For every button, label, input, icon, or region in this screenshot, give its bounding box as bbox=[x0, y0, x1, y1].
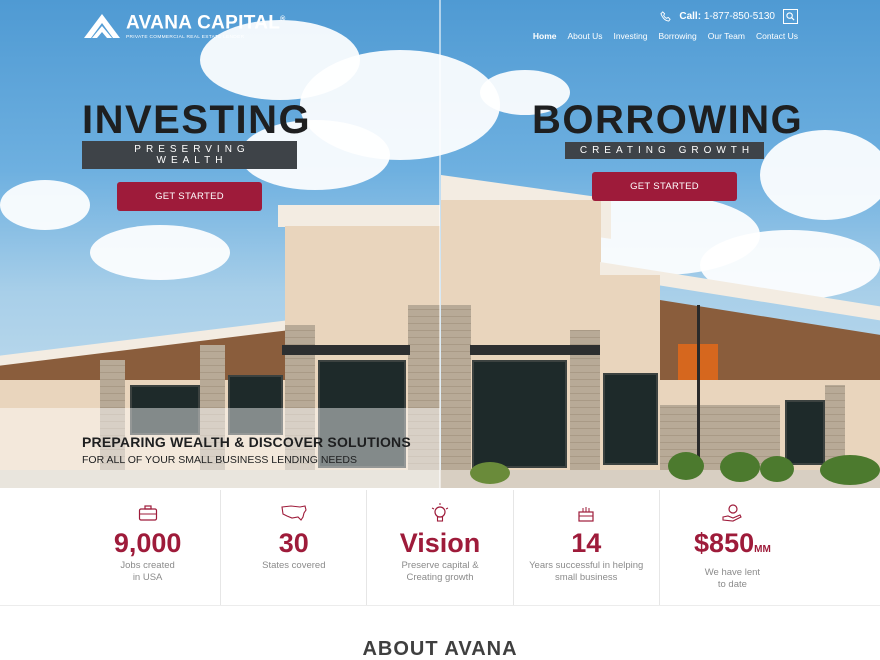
phone-number: 1-877-850-5130 bbox=[703, 11, 775, 22]
awning bbox=[282, 345, 410, 355]
cake-icon bbox=[514, 502, 659, 524]
stat-number: 30 bbox=[278, 528, 309, 558]
investing-title: INVESTING bbox=[82, 98, 312, 142]
stat-states: 30 States covered bbox=[220, 490, 366, 605]
stat-description: We have lent to date bbox=[704, 567, 761, 590]
stat-years: 14 Years successful in helping small bus… bbox=[512, 490, 659, 605]
nav-investing[interactable]: Investing bbox=[613, 31, 647, 41]
stat-description: Jobs created in USA bbox=[120, 560, 175, 583]
stat-vision: Vision Preserve capital & Creating growt… bbox=[366, 490, 512, 605]
stat-number: 9,000 bbox=[113, 528, 182, 558]
storefront-window bbox=[603, 373, 658, 465]
cloud bbox=[0, 180, 90, 230]
borrowing-get-started-button[interactable]: GET STARTED bbox=[592, 172, 737, 201]
main-nav: Home About Us Investing Borrowing Our Te… bbox=[533, 31, 798, 41]
stat-number: Vision bbox=[399, 528, 481, 558]
bush bbox=[760, 456, 794, 482]
hero-overlay-title: PREPARING WEALTH & DISCOVER SOLUTIONS bbox=[82, 434, 411, 450]
contact-bar: Call: 1-877-850-5130 bbox=[660, 9, 798, 24]
call-label: Call: bbox=[679, 11, 702, 22]
lightbulb-icon bbox=[367, 502, 512, 524]
briefcase-icon bbox=[75, 502, 220, 524]
tower-cornice bbox=[278, 205, 440, 227]
logo-mark-icon bbox=[84, 14, 120, 38]
nav-contact-us[interactable]: Contact Us bbox=[756, 31, 798, 41]
stat-lent: $850MM We have lent to date bbox=[658, 490, 805, 605]
logo[interactable]: AVANA CAPITAL® PRIVATE COMMERCIAL REAL E… bbox=[82, 10, 286, 40]
registered-mark: ® bbox=[280, 16, 286, 24]
nav-borrowing[interactable]: Borrowing bbox=[659, 31, 697, 41]
storefront-window bbox=[785, 400, 825, 465]
stat-value: $850MM bbox=[660, 526, 805, 567]
investing-subtitle: PRESERVING WEALTH bbox=[82, 141, 297, 169]
brand-name-text: AVANA CAPITAL bbox=[126, 12, 281, 34]
stats-strip: 9,000 Jobs created in USA 30 States cove… bbox=[75, 490, 805, 605]
hero-investing: INVESTING PRESERVING WEALTH GET STARTED bbox=[82, 98, 312, 211]
phone-icon bbox=[660, 11, 672, 22]
logo-text: AVANA CAPITAL® PRIVATE COMMERCIAL REAL E… bbox=[126, 10, 286, 40]
money-hand-icon bbox=[660, 502, 805, 524]
lamp-post bbox=[697, 305, 700, 470]
stat-description: Years successful in helping small busine… bbox=[529, 560, 644, 583]
bush bbox=[820, 455, 880, 485]
bush bbox=[470, 462, 510, 484]
stat-value: 9,000 bbox=[75, 526, 220, 560]
search-icon bbox=[786, 12, 795, 21]
stat-value: Vision bbox=[367, 526, 512, 560]
contact-phone[interactable]: Call: 1-877-850-5130 bbox=[679, 11, 775, 22]
stat-unit: MM bbox=[754, 544, 771, 555]
borrowing-title: BORROWING bbox=[532, 98, 804, 142]
hero-borrowing: BORROWING CREATING GROWTH GET STARTED bbox=[532, 98, 804, 201]
stone-pillar bbox=[441, 305, 471, 470]
nav-home[interactable]: Home bbox=[533, 31, 557, 41]
nav-about-us[interactable]: About Us bbox=[568, 31, 603, 41]
hero-banner bbox=[0, 0, 880, 488]
hero-overlay-subtitle: FOR ALL OF YOUR SMALL BUSINESS LENDING N… bbox=[82, 454, 358, 466]
stat-description: Preserve capital & Creating growth bbox=[401, 560, 479, 583]
page: AVANA CAPITAL® PRIVATE COMMERCIAL REAL E… bbox=[0, 0, 880, 660]
nav-our-team[interactable]: Our Team bbox=[708, 31, 745, 41]
cloud bbox=[90, 225, 230, 280]
awning bbox=[470, 345, 600, 355]
borrowing-subtitle: CREATING GROWTH bbox=[564, 142, 765, 159]
brand-tagline: PRIVATE COMMERCIAL REAL ESTATE LENDER bbox=[126, 34, 245, 40]
bush bbox=[668, 452, 704, 480]
stat-jobs: 9,000 Jobs created in USA bbox=[75, 490, 220, 605]
search-button[interactable] bbox=[783, 9, 798, 24]
brand-name: AVANA CAPITAL® bbox=[126, 10, 286, 33]
stat-description: States covered bbox=[262, 560, 326, 571]
bush bbox=[720, 452, 760, 482]
about-heading: ABOUT AVANA bbox=[362, 638, 518, 660]
stat-number: $850 bbox=[694, 528, 755, 558]
investing-get-started-button[interactable]: GET STARTED bbox=[117, 182, 262, 211]
section-divider bbox=[0, 605, 880, 606]
storefront-window bbox=[472, 360, 567, 468]
stat-value: 14 bbox=[514, 526, 659, 560]
stat-value: 30 bbox=[221, 526, 366, 560]
usa-map-icon bbox=[221, 502, 366, 524]
stat-number: 14 bbox=[571, 528, 602, 558]
